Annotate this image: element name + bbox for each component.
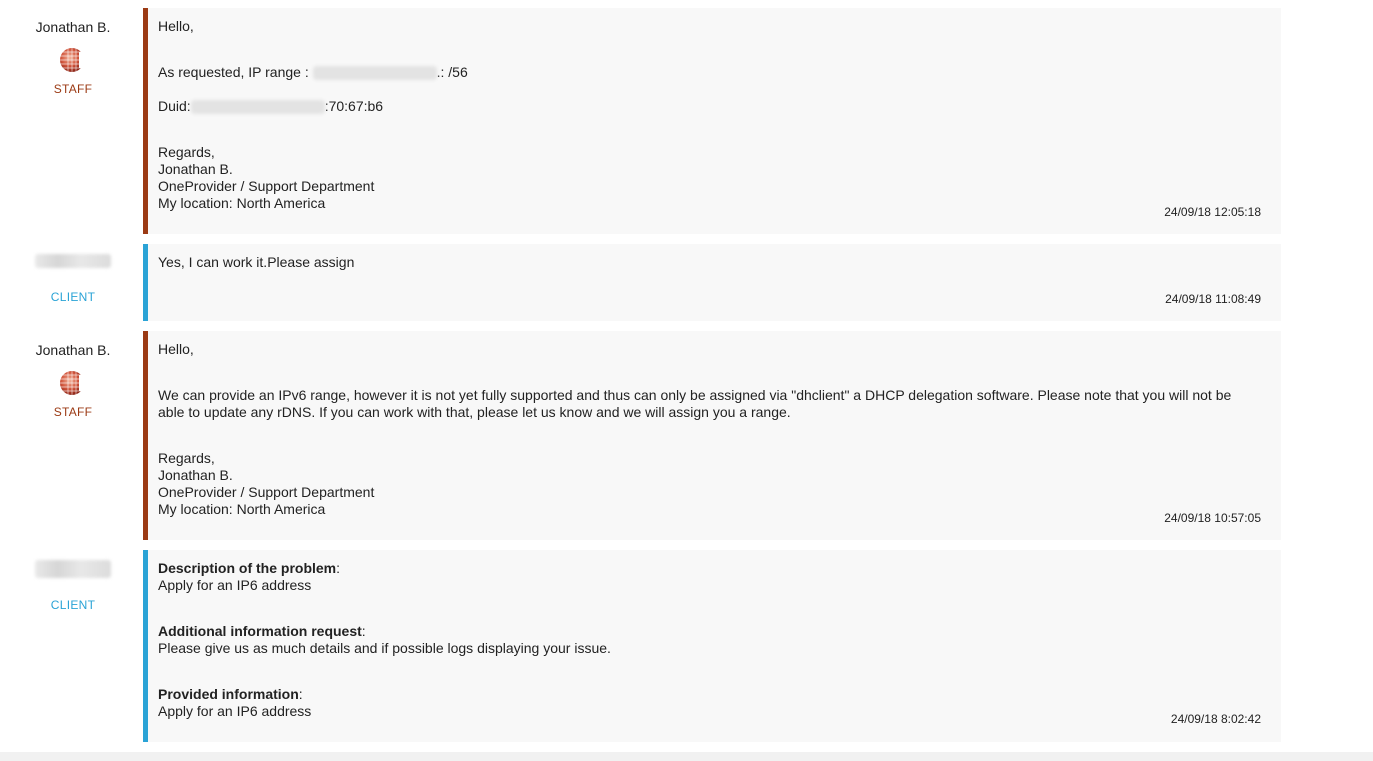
message-bubble: Hello, As requested, IP range : .: /56 D…: [143, 8, 1281, 234]
message-author: CLIENT: [0, 550, 146, 612]
provided-text: Apply for an IP6 address: [158, 703, 312, 719]
signature-location: My location: North America: [158, 501, 326, 517]
redacted-client-name: [35, 254, 111, 268]
message-timestamp: 24/09/18 11:08:49: [1165, 292, 1261, 306]
duid-line: Duid: :70:67:b6: [158, 98, 1267, 115]
signature-regards: Regards,: [158, 144, 215, 160]
problem-text: Apply for an IP6 address: [158, 577, 312, 593]
role-badge: CLIENT: [50, 290, 96, 304]
globe-logo-icon: [59, 367, 87, 399]
additional-label-line: Additional information request:: [158, 623, 1267, 640]
ip-range-suffix: .: /56: [436, 64, 468, 80]
redacted-duid: [190, 100, 325, 115]
page-footer-strip: [0, 752, 1373, 761]
globe-logo-icon: [59, 44, 87, 76]
author-name: Jonathan B.: [35, 342, 111, 358]
staff-message: Jonathan B. STAFF: [0, 331, 1373, 540]
staff-message: Jonathan B. STAFF: [0, 8, 1373, 234]
colon: :: [298, 686, 303, 702]
client-message: CLIENT Description of the problem: Apply…: [0, 550, 1373, 742]
duid-label: Duid:: [158, 98, 191, 114]
greeting: Hello,: [158, 18, 194, 34]
message-timestamp: 24/09/18 12:05:18: [1164, 205, 1261, 219]
message-timestamp: 24/09/18 8:02:42: [1170, 712, 1261, 726]
colon: :: [336, 560, 341, 576]
message-author: Jonathan B. STAFF: [0, 8, 146, 96]
message-body: Description of the problem: Apply for an…: [148, 550, 1281, 720]
greeting: Hello,: [158, 341, 194, 357]
signature-location: My location: North America: [158, 195, 326, 211]
ip-range-line: As requested, IP range : .: /56: [158, 64, 1267, 81]
provided-label: Provided information: [158, 686, 299, 702]
additional-label: Additional information request: [158, 623, 362, 639]
message-author: CLIENT: [0, 244, 146, 304]
additional-text: Please give us as much details and if po…: [158, 640, 611, 656]
redacted-client-name: [35, 560, 111, 578]
message-body: Hello, We can provide an IPv6 range, how…: [148, 331, 1281, 518]
signature-regards: Regards,: [158, 450, 215, 466]
message-timestamp: 24/09/18 10:57:05: [1164, 511, 1261, 525]
message-text-line: We can provide an IPv6 range, however it…: [158, 387, 1232, 403]
redacted-ip: [312, 66, 437, 81]
message-text: Yes, I can work it.Please assign: [158, 254, 355, 270]
role-badge: STAFF: [53, 405, 93, 419]
message-text-line: able to update any rDNS. If you can work…: [158, 404, 791, 420]
signature-department: OneProvider / Support Department: [158, 178, 375, 194]
role-badge: STAFF: [53, 82, 93, 96]
message-bubble: Description of the problem: Apply for an…: [143, 550, 1281, 742]
duid-suffix: :70:67:b6: [324, 98, 384, 114]
message-author: Jonathan B. STAFF: [0, 331, 146, 419]
message-body: Hello, As requested, IP range : .: /56 D…: [148, 8, 1281, 212]
signature-name: Jonathan B.: [158, 161, 233, 177]
client-message: CLIENT Yes, I can work it.Please assign …: [0, 244, 1373, 321]
colon: :: [361, 623, 366, 639]
message-body: Yes, I can work it.Please assign: [148, 244, 1281, 271]
problem-label: Description of the problem: [158, 560, 337, 576]
message-bubble: Hello, We can provide an IPv6 range, how…: [143, 331, 1281, 540]
signature-name: Jonathan B.: [158, 467, 233, 483]
author-name: Jonathan B.: [35, 19, 111, 35]
signature-department: OneProvider / Support Department: [158, 484, 375, 500]
message-bubble: Yes, I can work it.Please assign 24/09/1…: [143, 244, 1281, 321]
problem-label-line: Description of the problem:: [158, 560, 1267, 577]
ip-range-label: As requested, IP range :: [158, 64, 313, 80]
provided-label-line: Provided information:: [158, 686, 1267, 703]
role-badge: CLIENT: [50, 598, 96, 612]
